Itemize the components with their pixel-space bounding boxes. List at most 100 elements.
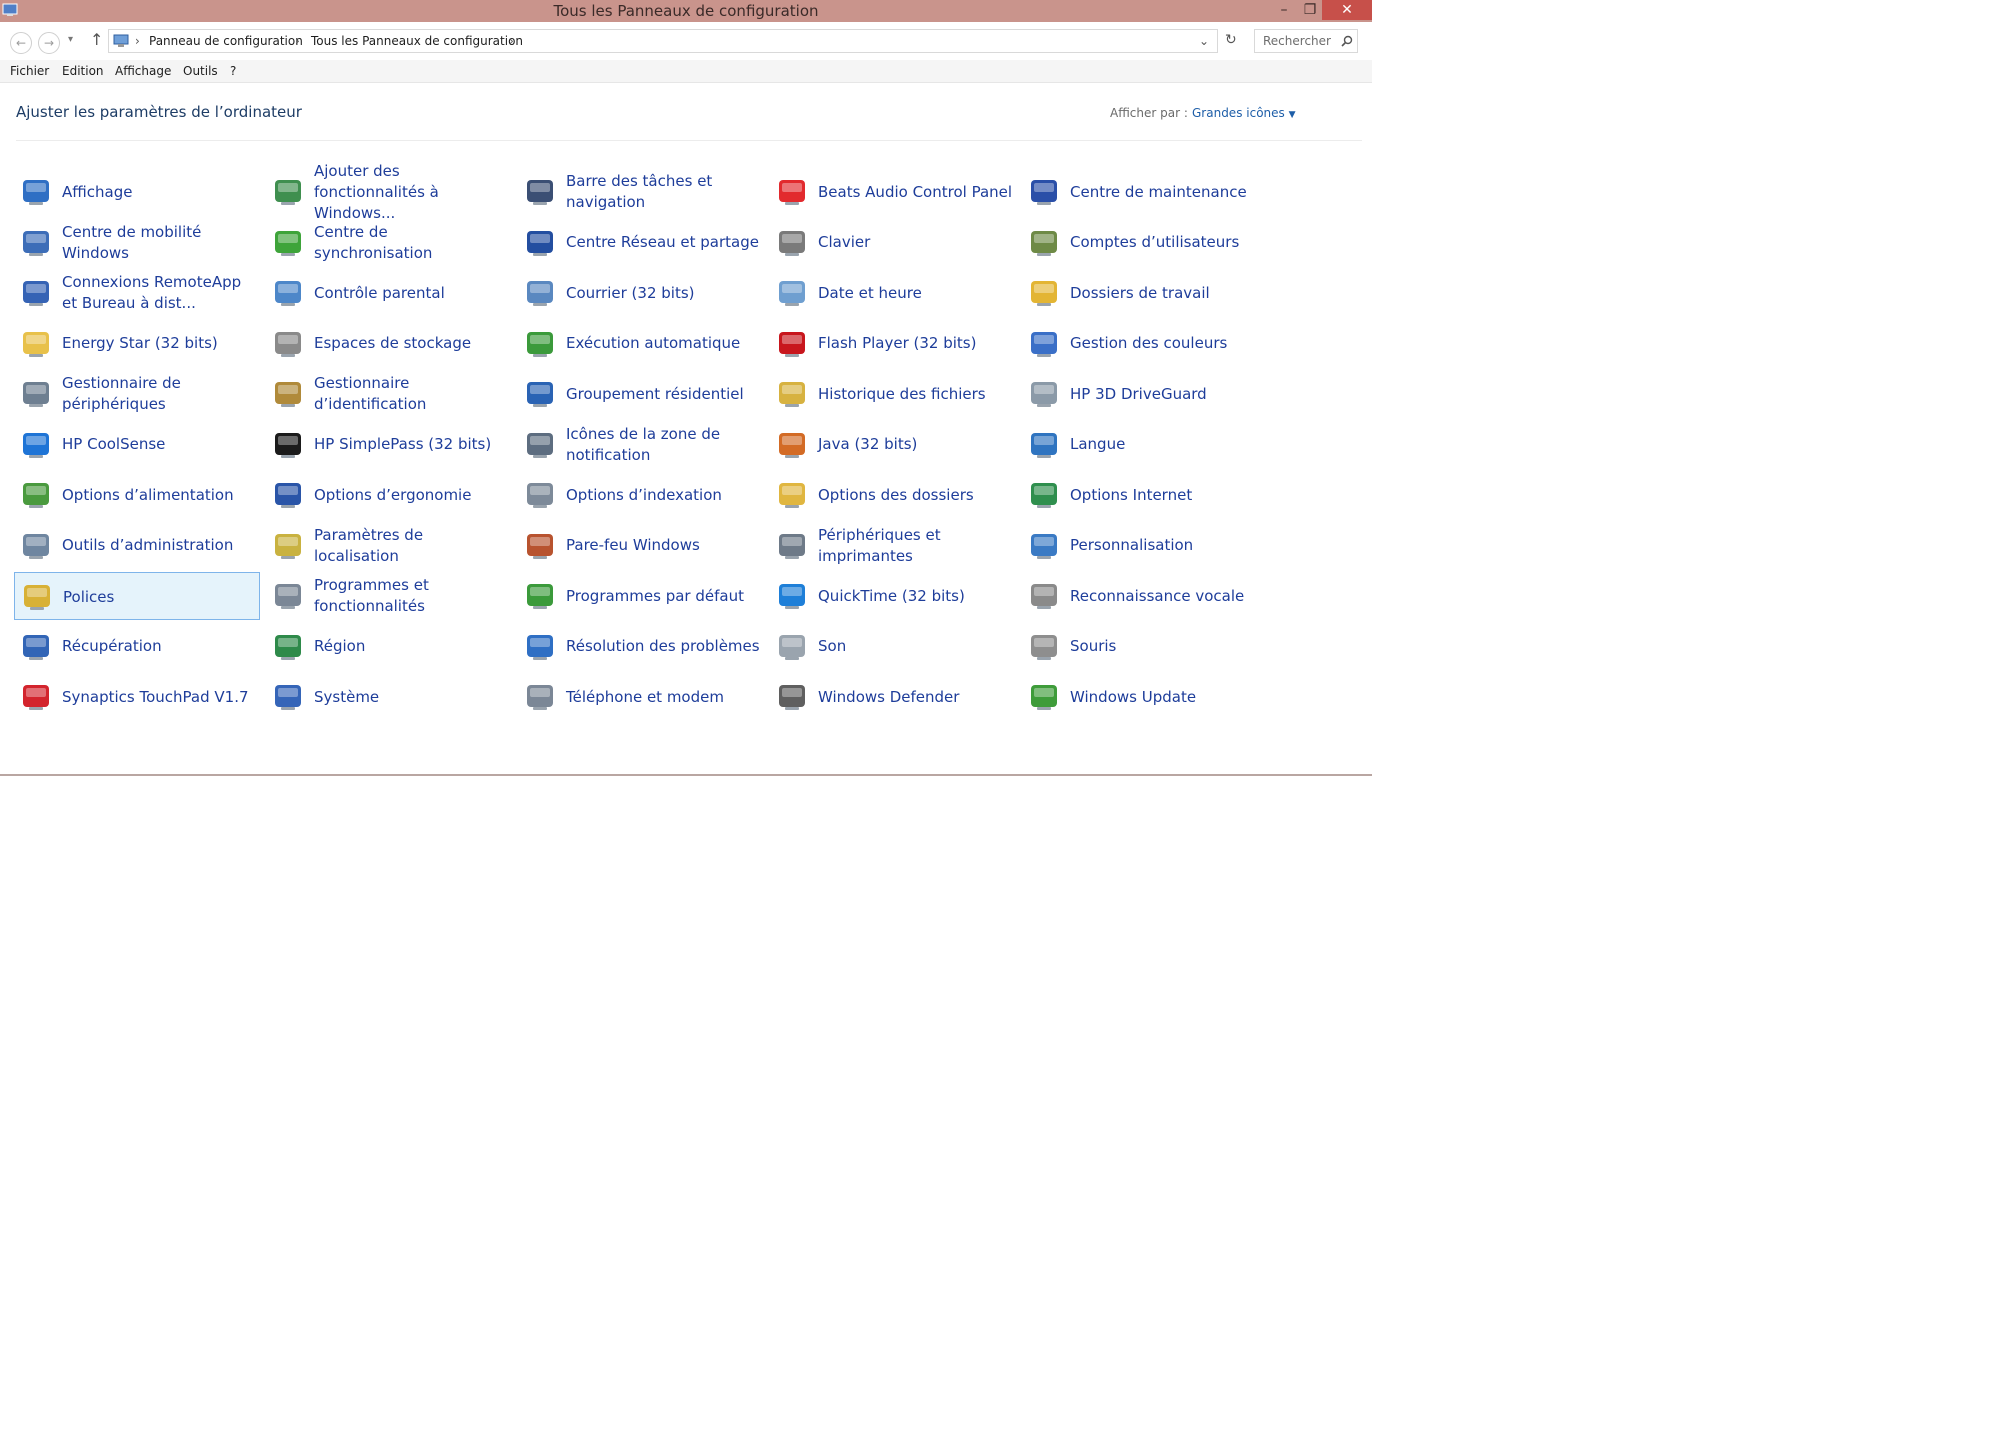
control-panel-item[interactable]: Energy Star (32 bits)	[14, 320, 260, 368]
control-panel-item[interactable]: Résolution des problèmes	[518, 623, 764, 671]
item-label: Centre de mobilité Windows	[62, 222, 202, 262]
control-panel-item[interactable]: Affichage	[14, 168, 260, 216]
item-label: Polices	[63, 587, 115, 606]
control-panel-item[interactable]: Java (32 bits)	[770, 421, 1016, 469]
item-label: Centre Réseau et partage	[566, 233, 759, 251]
control-panel-item[interactable]: Synaptics TouchPad V1.7	[14, 673, 260, 721]
control-panel-item[interactable]: Centre de mobilité Windows	[14, 219, 260, 267]
item-label: Options des dossiers	[818, 485, 974, 504]
search-icon[interactable]	[1341, 35, 1353, 47]
menu-edition[interactable]: Edition	[62, 64, 104, 78]
control-panel-item[interactable]: Langue	[1022, 421, 1268, 469]
control-panel-item[interactable]: Exécution automatique	[518, 320, 764, 368]
control-panel-item[interactable]: Gestionnaire d’identification	[266, 370, 512, 418]
control-panel-item[interactable]: Courrier (32 bits)	[518, 269, 764, 317]
control-panel-item[interactable]: Connexions RemoteApp et Bureau à dist...	[14, 269, 260, 317]
item-label: Barre des tâches et navigation	[566, 172, 713, 211]
control-panel-item[interactable]: Polices	[14, 572, 260, 620]
control-panel-item[interactable]: Clavier	[770, 219, 1016, 267]
back-button[interactable]: ←	[10, 32, 32, 54]
chevron-down-icon: ▼	[1288, 110, 1296, 120]
control-panel-item[interactable]: Gestion des couleurs	[1022, 320, 1268, 368]
control-panel-icon[interactable]	[2, 2, 18, 18]
control-panel-item[interactable]: Programmes par défaut	[518, 572, 764, 620]
control-panel-item[interactable]: Outils d’administration	[14, 522, 260, 570]
control-panel-item[interactable]: Options des dossiers	[770, 471, 1016, 519]
control-panel-item[interactable]: Pare-feu Windows	[518, 522, 764, 570]
control-panel-item[interactable]: Flash Player (32 bits)	[770, 320, 1016, 368]
control-panel-item[interactable]: Icônes de la zone de notification	[518, 421, 764, 469]
firewall-icon	[527, 533, 553, 559]
breadcrumb-control-panel[interactable]: Panneau de configuration	[149, 34, 303, 48]
control-panel-item[interactable]: Windows Update	[1022, 673, 1268, 721]
search-input[interactable]: Rechercher	[1254, 29, 1358, 53]
control-panel-item[interactable]: QuickTime (32 bits)	[770, 572, 1016, 620]
refresh-icon[interactable]: ↻	[1225, 32, 1237, 48]
control-panel-item[interactable]: HP CoolSense	[14, 421, 260, 469]
region-icon	[275, 634, 301, 660]
control-panel-item[interactable]: Options d’indexation	[518, 471, 764, 519]
control-panel-item[interactable]: Options d’alimentation	[14, 471, 260, 519]
control-panel-item[interactable]: Windows Defender	[770, 673, 1016, 721]
control-panel-item[interactable]: Personnalisation	[1022, 522, 1268, 570]
language-icon	[1031, 432, 1057, 458]
control-panel-item[interactable]: HP 3D DriveGuard	[1022, 370, 1268, 418]
recovery-icon	[23, 634, 49, 660]
menu-help[interactable]: ?	[230, 64, 236, 78]
control-panel-item[interactable]: Souris	[1022, 623, 1268, 671]
menu-outils[interactable]: Outils	[183, 64, 218, 78]
control-panel-icon	[113, 34, 129, 47]
control-panel-item[interactable]: Paramètres de localisation	[266, 522, 512, 570]
control-panel-item[interactable]: Options Internet	[1022, 471, 1268, 519]
troubleshoot-icon	[527, 634, 553, 660]
item-label: Historique des fichiers	[818, 384, 986, 403]
control-panel-item[interactable]: Périphériques et imprimantes	[770, 522, 1016, 570]
control-panel-item[interactable]: Barre des tâches et navigation	[518, 168, 764, 216]
item-label: Exécution automatique	[566, 334, 741, 352]
title-bar[interactable]: Tous les Panneaux de configuration – ❐ ✕	[0, 0, 1372, 22]
header-divider	[16, 140, 1362, 141]
control-panel-item[interactable]: HP SimplePass (32 bits)	[266, 421, 512, 469]
recent-dropdown-icon[interactable]: ▾	[68, 34, 73, 45]
control-panel-item[interactable]: Récupération	[14, 623, 260, 671]
printer-icon	[779, 533, 805, 559]
control-panel-item[interactable]: Gestionnaire de périphériques	[14, 370, 260, 418]
breadcrumb-separator-icon: ›	[509, 34, 514, 48]
breadcrumb-all-control-panel-items[interactable]: Tous les Panneaux de configuration	[311, 34, 523, 48]
item-label: HP SimplePass (32 bits)	[314, 435, 492, 453]
item-label: Ajouter des fonctionnalités à Windows...	[314, 161, 439, 222]
forward-button[interactable]: →	[38, 32, 60, 54]
control-panel-item[interactable]: Programmes et fonctionnalités	[266, 572, 512, 620]
control-panel-item[interactable]: Options d’ergonomie	[266, 471, 512, 519]
control-panel-item[interactable]: Centre de synchronisation	[266, 219, 512, 267]
close-button[interactable]: ✕	[1322, 0, 1372, 20]
notification-icon	[527, 432, 553, 458]
item-label: Centre de synchronisation	[314, 222, 433, 262]
control-panel-item[interactable]: Espaces de stockage	[266, 320, 512, 368]
control-panel-item[interactable]: Groupement résidentiel	[518, 370, 764, 418]
microphone-icon	[1031, 584, 1057, 609]
control-panel-item[interactable]: Centre Réseau et partage	[518, 219, 764, 267]
view-by-dropdown[interactable]: Grandes icônes ▼	[1192, 106, 1296, 120]
control-panel-item[interactable]: Contrôle parental	[266, 269, 512, 317]
control-panel-item[interactable]: Comptes d’utilisateurs	[1022, 219, 1268, 267]
control-panel-item[interactable]: Téléphone et modem	[518, 673, 764, 721]
control-panel-item[interactable]: Date et heure	[770, 269, 1016, 317]
control-panel-item[interactable]: Système	[266, 673, 512, 721]
up-arrow-icon[interactable]: ↑	[90, 30, 103, 49]
menu-fichier[interactable]: Fichier	[10, 64, 49, 78]
control-panel-item[interactable]: Historique des fichiers	[770, 370, 1016, 418]
window-title: Tous les Panneaux de configuration	[553, 2, 819, 20]
control-panel-item[interactable]: Son	[770, 623, 1016, 671]
menu-affichage[interactable]: Affichage	[115, 64, 171, 78]
control-panel-item[interactable]: Centre de maintenance	[1022, 168, 1268, 216]
address-dropdown-icon[interactable]: ⌄	[1199, 34, 1209, 48]
control-panel-item[interactable]: Ajouter des fonctionnalités à Windows...	[266, 161, 512, 222]
color-management-icon	[1031, 331, 1057, 357]
control-panel-item[interactable]: Reconnaissance vocale	[1022, 572, 1268, 620]
control-panel-item[interactable]: Région	[266, 623, 512, 671]
view-by-label: Afficher par :	[1110, 106, 1188, 120]
control-panel-item[interactable]: Dossiers de travail	[1022, 269, 1268, 317]
address-field[interactable]: › Panneau de configuration › Tous les Pa…	[108, 29, 1237, 53]
control-panel-item[interactable]: Beats Audio Control Panel	[770, 168, 1016, 216]
